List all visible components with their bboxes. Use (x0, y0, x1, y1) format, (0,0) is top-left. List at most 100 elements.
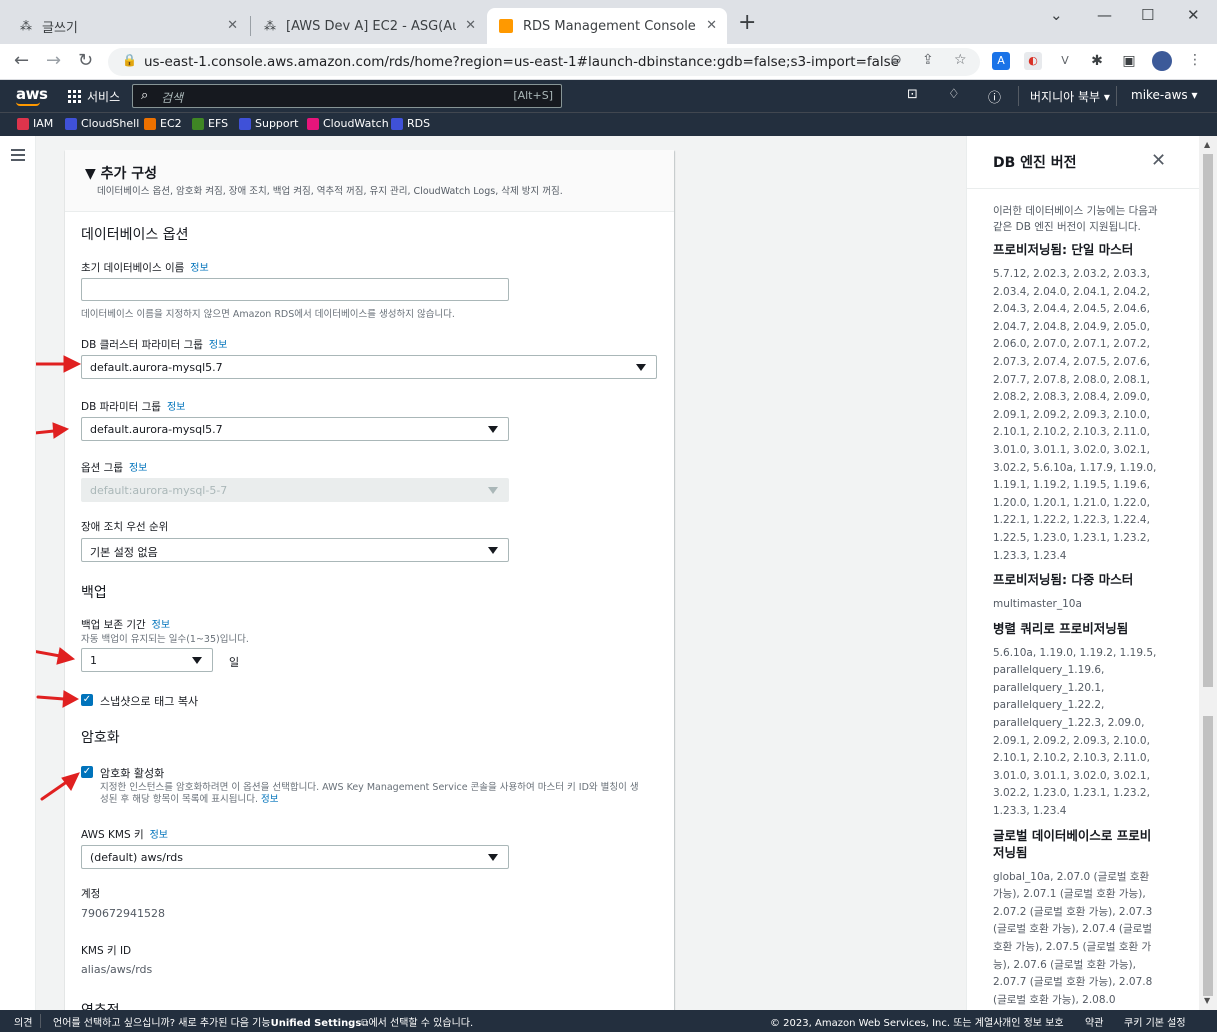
arrowhead (61, 772, 80, 791)
zoom-icon[interactable]: ⊖ (890, 52, 902, 68)
menu-dots-icon[interactable]: ⋮ (1188, 52, 1202, 68)
tab-title: [AWS Dev A] EC2 - ASG(Augo S (286, 18, 456, 34)
browser-tab-3-active[interactable]: RDS Management Console ✕ (487, 8, 727, 44)
region-selector[interactable]: 버지니아 북부 ▾ (1030, 88, 1110, 105)
url-text[interactable]: us-east-1.console.aws.amazon.com/rds/hom… (144, 54, 899, 70)
console-footer: 의견 언어를 선택하고 싶으십니까? 새로 추가된 다음 기능Unified S… (0, 1010, 1217, 1032)
hamburger-menu-icon[interactable] (11, 149, 25, 164)
caret-down-icon (636, 364, 646, 371)
account-menu[interactable]: mike-aws ▾ (1131, 88, 1198, 102)
scrollbar-thumb-lower[interactable] (1203, 716, 1213, 996)
scrollbar-thumb[interactable] (1203, 154, 1213, 687)
favorite-label: EC2 (160, 117, 182, 130)
efs-icon (192, 117, 204, 130)
info-link[interactable]: 정보 (167, 402, 185, 413)
bookmark-star-icon[interactable]: ☆ (954, 52, 967, 68)
url-bar[interactable]: 🔒 us-east-1.console.aws.amazon.com/rds/h… (108, 48, 980, 76)
favorite-iam[interactable]: IAM (17, 117, 53, 130)
main-content: ▼ 추가 구성 데이터베이스 옵션, 암호화 켜짐, 장애 조치, 백업 켜짐,… (36, 136, 966, 1010)
scroll-down-icon[interactable]: ▼ (1204, 996, 1210, 1005)
services-label: 서비스 (87, 90, 121, 104)
close-icon[interactable]: ✕ (1151, 150, 1166, 171)
search-icon: ⌕ (141, 88, 149, 103)
app-icon: ⁂ (20, 19, 32, 33)
forward-icon[interactable]: → (46, 50, 61, 71)
extension-icon[interactable]: V (1056, 52, 1074, 70)
aws-top-nav: aws 서비스 ⌕ 검색 [Alt+S] ⊡ ♢ ⓘ 버지니아 북부 ▾ mik… (0, 80, 1217, 112)
tab-title: RDS Management Console (523, 18, 696, 34)
grid-icon (68, 90, 81, 103)
cluster-param-group-select[interactable]: default.aurora-mysql5.7 (81, 355, 657, 379)
close-icon[interactable]: ✕ (227, 18, 238, 33)
browser-tab-bar: ⁂ 글쓰기 ✕ ⁂ [AWS Dev A] EC2 - ASG(Augo S ✕… (0, 0, 1217, 44)
caret-down-icon (192, 657, 202, 664)
info-link[interactable]: 정보 (209, 340, 227, 351)
profile-avatar[interactable] (1152, 51, 1172, 71)
favorite-cloudshell[interactable]: CloudShell (65, 117, 139, 130)
annotation-arrows (36, 355, 82, 801)
search-shortcut: [Alt+S] (513, 89, 553, 102)
puzzle-extensions-icon[interactable]: ✱ (1088, 52, 1106, 70)
additional-config-panel: ▼ 추가 구성 데이터베이스 옵션, 암호화 켜짐, 장애 조치, 백업 켜짐,… (65, 150, 674, 1010)
help-section-heading: 프로비저닝됨: 단일 마스터 (993, 242, 1134, 257)
unified-settings-link[interactable]: Unified Settings (271, 1018, 362, 1029)
help-icon[interactable]: ⓘ (988, 87, 1001, 106)
help-section-text: global_10a, 2.07.0 (글로벌 호환 가능), 2.07.1 (… (993, 870, 1153, 1006)
cookie-preferences-link[interactable]: 쿠키 기본 설정 (1124, 1014, 1186, 1029)
translate-extension-icon[interactable]: A (992, 52, 1010, 70)
favorite-label: CloudWatch (323, 117, 389, 130)
services-menu[interactable]: 서비스 (68, 88, 120, 105)
info-link[interactable]: 정보 (261, 794, 278, 805)
support-icon (239, 117, 251, 130)
panel-header[interactable]: ▼ 추가 구성 데이터베이스 옵션, 암호화 켜짐, 장애 조치, 백업 켜짐,… (65, 150, 674, 212)
reload-icon[interactable]: ↻ (78, 50, 93, 71)
close-icon[interactable]: ✕ (706, 18, 717, 33)
arrow-line (36, 650, 62, 658)
share-icon[interactable]: ⇪ (922, 52, 934, 68)
search-input[interactable]: ⌕ 검색 [Alt+S] (132, 84, 562, 108)
aws-box-icon (499, 19, 513, 33)
arrowhead (62, 690, 80, 708)
favorite-label: EFS (208, 117, 229, 130)
address-toolbar: ← → ↻ 🔒 us-east-1.console.aws.amazon.com… (0, 44, 1217, 80)
rds-icon (391, 117, 403, 130)
language-prompt: 언어를 선택하고 싶으십니까? 새로 추가된 다음 기능 (53, 1018, 271, 1029)
help-section-text: 5.6.10a, 1.19.0, 1.19.2, 1.19.5, paralle… (993, 646, 1157, 818)
privacy-link[interactable]: 개인 정보 보호 (1002, 1014, 1064, 1029)
feedback-link[interactable]: 의견 (14, 1014, 32, 1029)
cloudwatch-icon (307, 117, 319, 130)
language-suffix: 에서 선택할 수 있습니다. (368, 1018, 474, 1029)
new-tab-button[interactable]: + (738, 12, 756, 34)
maximize-icon[interactable]: ☐ (1141, 6, 1154, 24)
help-panel: DB 엔진 버전 ✕ 이러한 데이터베이스 기능에는 다음과 같은 DB 엔진 … (966, 136, 1199, 1010)
extension-icon[interactable]: ◐ (1024, 52, 1042, 70)
info-link[interactable]: 정보 (190, 263, 208, 274)
cloudshell-icon[interactable]: ⊡ (907, 87, 918, 102)
scroll-up-icon[interactable]: ▲ (1204, 140, 1210, 149)
favorite-efs[interactable]: EFS (192, 117, 228, 130)
back-icon[interactable]: ← (14, 50, 29, 71)
favorite-ec2[interactable]: EC2 (144, 117, 182, 130)
help-section-text: multimaster_10a (993, 598, 1082, 611)
close-icon[interactable]: ✕ (465, 18, 476, 33)
bell-icon[interactable]: ♢ (948, 87, 960, 102)
page-scrollbar[interactable]: ▲ ▼ (1199, 136, 1217, 1010)
caret-down-icon (488, 854, 498, 861)
favorite-support[interactable]: Support (239, 117, 298, 130)
terms-link[interactable]: 약관 (1085, 1014, 1103, 1029)
favorite-rds[interactable]: RDS (391, 117, 430, 130)
favorite-cloudwatch[interactable]: CloudWatch (307, 117, 389, 130)
side-panel-icon[interactable]: ▣ (1120, 52, 1138, 70)
browser-tab-2[interactable]: ⁂ [AWS Dev A] EC2 - ASG(Augo S ✕ (252, 8, 486, 44)
browser-tab-1[interactable]: ⁂ 글쓰기 ✕ (8, 8, 248, 44)
chevron-down-icon[interactable]: ⌄ (1050, 6, 1063, 24)
aws-logo[interactable]: aws (16, 85, 48, 103)
footer-divider (40, 1014, 41, 1028)
arrowhead (52, 422, 70, 439)
favorite-label: Support (255, 117, 299, 130)
minimize-icon[interactable]: — (1097, 6, 1112, 24)
window-close-icon[interactable]: ✕ (1187, 6, 1200, 24)
backup-unit: 일 (229, 656, 240, 669)
nav-divider (1116, 86, 1117, 106)
cloudshell-icon (65, 117, 77, 130)
